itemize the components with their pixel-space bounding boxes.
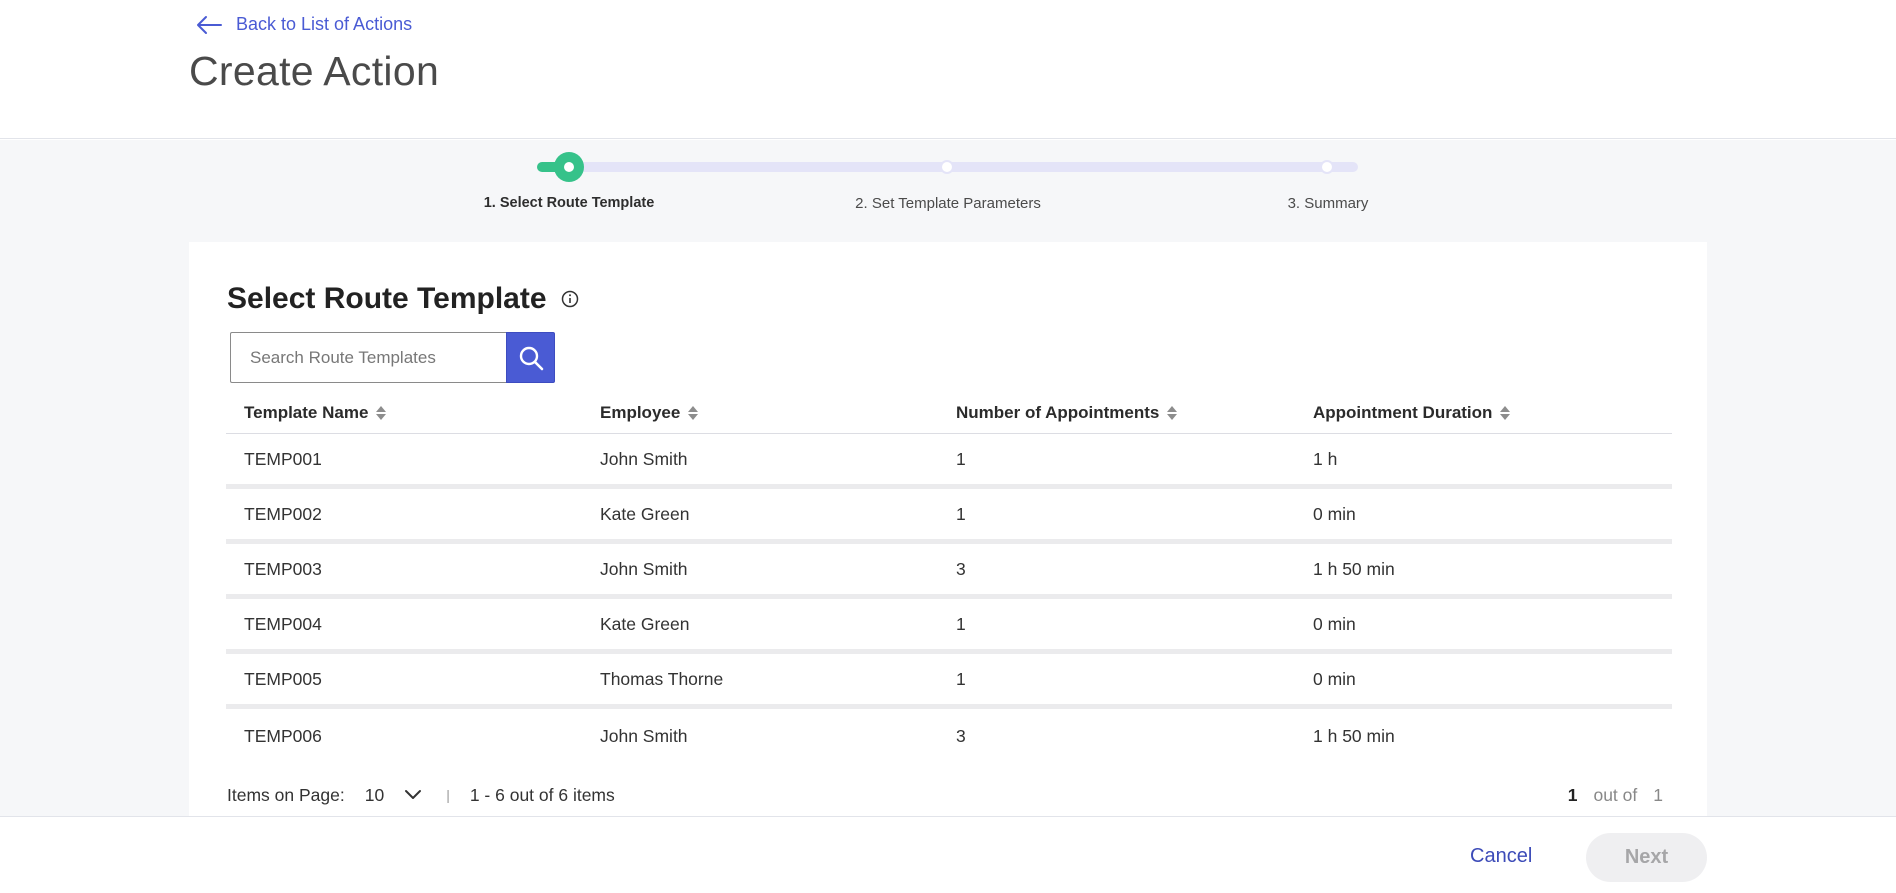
- back-link-label: Back to List of Actions: [236, 14, 413, 34]
- route-templates-table: Template Name Employee Number of Appoint…: [226, 392, 1672, 764]
- back-to-list-link[interactable]: Back to List of Actions: [196, 14, 412, 35]
- table-row[interactable]: TEMP001 John Smith 1 1 h: [226, 434, 1672, 489]
- sort-icon: [1167, 405, 1178, 420]
- cell-duration: 1 h 50 min: [1313, 726, 1395, 746]
- cell-duration: 0 min: [1313, 503, 1356, 524]
- cell-template-name: TEMP003: [244, 558, 322, 579]
- cell-employee: John Smith: [600, 558, 688, 579]
- current-page[interactable]: 1: [1568, 785, 1578, 806]
- page-indicator: 1 out of 1: [1568, 785, 1663, 806]
- table-row[interactable]: TEMP004 Kate Green 1 0 min: [226, 599, 1672, 654]
- column-header-number-of-appointments[interactable]: Number of Appointments: [938, 403, 1295, 423]
- action-footer: Cancel Next: [0, 816, 1896, 893]
- search-input[interactable]: [230, 332, 506, 383]
- step-1-label: 1. Select Route Template: [483, 195, 655, 211]
- cell-template-name: TEMP006: [244, 726, 322, 746]
- cancel-button[interactable]: Cancel: [1470, 845, 1532, 868]
- search-icon: [519, 346, 543, 370]
- info-icon[interactable]: [561, 290, 579, 308]
- table-row[interactable]: TEMP003 John Smith 3 1 h 50 min: [226, 544, 1672, 599]
- cell-duration: 1 h 50 min: [1313, 558, 1395, 579]
- cell-appointments: 1: [956, 503, 966, 524]
- cell-appointments: 1: [956, 448, 966, 469]
- page-size-select[interactable]: 10: [365, 785, 422, 806]
- step-2-label: 2. Set Template Parameters: [855, 195, 1041, 212]
- step-2-indicator: [940, 160, 954, 174]
- arrow-left-icon: [197, 15, 222, 34]
- total-pages: 1: [1653, 784, 1663, 805]
- cell-duration: 1 h: [1313, 448, 1338, 469]
- page-header: Back to List of Actions Create Action: [0, 0, 1896, 139]
- table-row[interactable]: TEMP006 John Smith 3 1 h 50 min: [226, 709, 1672, 764]
- items-range-text: 1 - 6 out of 6 items: [469, 784, 615, 805]
- pagination-separator: |: [446, 787, 450, 803]
- column-label: Template Name: [244, 402, 369, 422]
- cell-template-name: TEMP004: [244, 613, 322, 634]
- cell-template-name: TEMP001: [244, 448, 322, 469]
- route-template-card: Select Route Template Template Name: [189, 242, 1707, 816]
- step-3-label: 3. Summary: [1287, 195, 1369, 212]
- cell-duration: 0 min: [1313, 613, 1356, 634]
- cell-appointments: 1: [956, 668, 966, 689]
- cell-employee: John Smith: [600, 448, 688, 469]
- pagination-bar: Items on Page: 10 | 1 - 6 out of 6 items…: [227, 780, 1673, 810]
- card-title-wrap: Select Route Template: [227, 282, 579, 316]
- column-label: Appointment Duration: [1313, 402, 1493, 422]
- cell-duration: 0 min: [1313, 668, 1356, 689]
- search-button[interactable]: [506, 332, 555, 383]
- chevron-down-icon: [405, 790, 422, 799]
- page-size-value: 10: [364, 784, 385, 805]
- cell-appointments: 1: [956, 613, 966, 634]
- step-1-indicator: [554, 152, 584, 182]
- cell-template-name: TEMP005: [244, 668, 322, 689]
- column-header-template-name[interactable]: Template Name: [226, 403, 582, 423]
- column-header-employee[interactable]: Employee: [582, 403, 938, 423]
- column-label: Number of Appointments: [956, 402, 1160, 422]
- next-button[interactable]: Next: [1586, 833, 1707, 882]
- progress-stepper: 1. Select Route Template 2. Set Template…: [0, 140, 1896, 242]
- cell-appointments: 3: [956, 558, 966, 579]
- table-header: Template Name Employee Number of Appoint…: [226, 392, 1672, 434]
- column-header-appointment-duration[interactable]: Appointment Duration: [1295, 403, 1672, 423]
- sort-icon: [376, 405, 387, 420]
- sort-icon: [1500, 405, 1511, 420]
- table-row[interactable]: TEMP005 Thomas Thorne 1 0 min: [226, 654, 1672, 709]
- table-row[interactable]: TEMP002 Kate Green 1 0 min: [226, 489, 1672, 544]
- cell-employee: Kate Green: [600, 503, 690, 524]
- cell-template-name: TEMP002: [244, 503, 322, 524]
- step-3-indicator: [1320, 160, 1334, 174]
- card-title: Select Route Template: [227, 282, 547, 315]
- page-title: Create Action: [189, 48, 440, 94]
- items-on-page-label: Items on Page:: [227, 784, 345, 805]
- column-label: Employee: [600, 402, 681, 422]
- out-of-label: out of: [1593, 784, 1638, 805]
- cell-appointments: 3: [956, 726, 966, 746]
- cell-employee: Thomas Thorne: [600, 668, 724, 689]
- cell-employee: John Smith: [600, 726, 688, 746]
- main-content: 1. Select Route Template 2. Set Template…: [0, 140, 1896, 816]
- cell-employee: Kate Green: [600, 613, 690, 634]
- sort-icon: [688, 405, 699, 420]
- search-group: [230, 332, 555, 383]
